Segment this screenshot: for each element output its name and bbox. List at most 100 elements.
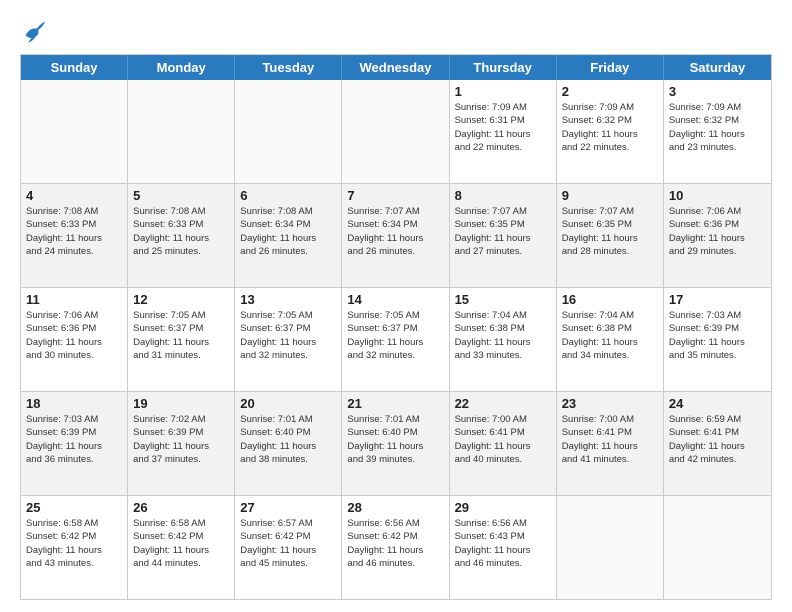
cell-sun-info: Sunrise: 7:00 AM Sunset: 6:41 PM Dayligh… [562,413,658,466]
calendar-cell [342,80,449,183]
cell-sun-info: Sunrise: 7:04 AM Sunset: 6:38 PM Dayligh… [562,309,658,362]
cell-sun-info: Sunrise: 7:00 AM Sunset: 6:41 PM Dayligh… [455,413,551,466]
header [20,16,772,44]
calendar-cell: 18 Sunrise: 7:03 AM Sunset: 6:39 PM Dayli… [21,392,128,495]
day-number: 5 [133,188,229,203]
cell-sun-info: Sunrise: 6:57 AM Sunset: 6:42 PM Dayligh… [240,517,336,570]
calendar-cell: 12 Sunrise: 7:05 AM Sunset: 6:37 PM Dayli… [128,288,235,391]
calendar-cell [21,80,128,183]
cell-sun-info: Sunrise: 7:06 AM Sunset: 6:36 PM Dayligh… [669,205,766,258]
day-number: 21 [347,396,443,411]
day-number: 7 [347,188,443,203]
cell-sun-info: Sunrise: 7:07 AM Sunset: 6:35 PM Dayligh… [562,205,658,258]
cell-sun-info: Sunrise: 7:05 AM Sunset: 6:37 PM Dayligh… [347,309,443,362]
calendar-cell: 25 Sunrise: 6:58 AM Sunset: 6:42 PM Dayli… [21,496,128,599]
calendar-cell: 21 Sunrise: 7:01 AM Sunset: 6:40 PM Dayli… [342,392,449,495]
calendar-cell: 11 Sunrise: 7:06 AM Sunset: 6:36 PM Dayli… [21,288,128,391]
calendar-cell: 13Sunrise: 7:05 AM Sunset: 6:37 PM Dayli… [235,288,342,391]
calendar-page: SundayMondayTuesdayWednesdayThursdayFrid… [0,0,792,612]
calendar-cell: 14Sunrise: 7:05 AM Sunset: 6:37 PM Dayli… [342,288,449,391]
calendar-cell: 28 Sunrise: 6:56 AM Sunset: 6:42 PM Dayli… [342,496,449,599]
day-header-sunday: Sunday [21,55,128,80]
cell-sun-info: Sunrise: 7:09 AM Sunset: 6:31 PM Dayligh… [455,101,551,154]
calendar-cell: 3 Sunrise: 7:09 AM Sunset: 6:32 PM Daylig… [664,80,771,183]
calendar-cell: 29 Sunrise: 6:56 AM Sunset: 6:43 PM Dayli… [450,496,557,599]
cell-sun-info: Sunrise: 7:07 AM Sunset: 6:34 PM Dayligh… [347,205,443,258]
cell-sun-info: Sunrise: 7:03 AM Sunset: 6:39 PM Dayligh… [669,309,766,362]
calendar: SundayMondayTuesdayWednesdayThursdayFrid… [20,54,772,600]
day-number: 22 [455,396,551,411]
calendar-cell: 7 Sunrise: 7:07 AM Sunset: 6:34 PM Daylig… [342,184,449,287]
calendar-cell [235,80,342,183]
day-header-friday: Friday [557,55,664,80]
calendar-cell: 17 Sunrise: 7:03 AM Sunset: 6:39 PM Dayli… [664,288,771,391]
day-number: 10 [669,188,766,203]
cell-sun-info: Sunrise: 6:56 AM Sunset: 6:43 PM Dayligh… [455,517,551,570]
cell-sun-info: Sunrise: 7:05 AM Sunset: 6:37 PM Dayligh… [133,309,229,362]
cell-sun-info: Sunrise: 7:07 AM Sunset: 6:35 PM Dayligh… [455,205,551,258]
day-header-wednesday: Wednesday [342,55,449,80]
calendar-cell: 4Sunrise: 7:08 AM Sunset: 6:33 PM Daylig… [21,184,128,287]
calendar-header-row: SundayMondayTuesdayWednesdayThursdayFrid… [21,55,771,80]
day-number: 17 [669,292,766,307]
day-number: 28 [347,500,443,515]
day-number: 4 [26,188,122,203]
calendar-cell: 10 Sunrise: 7:06 AM Sunset: 6:36 PM Dayli… [664,184,771,287]
calendar-cell: 15 Sunrise: 7:04 AM Sunset: 6:38 PM Dayli… [450,288,557,391]
cell-sun-info: Sunrise: 7:06 AM Sunset: 6:36 PM Dayligh… [26,309,122,362]
cell-sun-info: Sunrise: 7:03 AM Sunset: 6:39 PM Dayligh… [26,413,122,466]
cell-sun-info: Sunrise: 7:01 AM Sunset: 6:40 PM Dayligh… [240,413,336,466]
day-number: 29 [455,500,551,515]
logo [20,16,54,44]
calendar-cell [557,496,664,599]
calendar-cell: 24Sunrise: 6:59 AM Sunset: 6:41 PM Dayli… [664,392,771,495]
cell-sun-info: Sunrise: 6:58 AM Sunset: 6:42 PM Dayligh… [133,517,229,570]
cell-sun-info: Sunrise: 6:56 AM Sunset: 6:42 PM Dayligh… [347,517,443,570]
calendar-cell: 5 Sunrise: 7:08 AM Sunset: 6:33 PM Daylig… [128,184,235,287]
calendar-cell [664,496,771,599]
calendar-row: 25 Sunrise: 6:58 AM Sunset: 6:42 PM Dayli… [21,496,771,599]
day-number: 25 [26,500,122,515]
day-number: 3 [669,84,766,99]
calendar-body: 1 Sunrise: 7:09 AM Sunset: 6:31 PM Daylig… [21,80,771,599]
day-header-thursday: Thursday [450,55,557,80]
day-number: 6 [240,188,336,203]
calendar-cell: 19Sunrise: 7:02 AM Sunset: 6:39 PM Dayli… [128,392,235,495]
day-number: 9 [562,188,658,203]
cell-sun-info: Sunrise: 7:08 AM Sunset: 6:34 PM Dayligh… [240,205,336,258]
calendar-row: 4 Sunrise: 7:08 AM Sunset: 6:33 PM Daylig… [21,184,771,288]
calendar-cell: 9 Sunrise: 7:07 AM Sunset: 6:35 PM Daylig… [557,184,664,287]
calendar-cell: 26 Sunrise: 6:58 AM Sunset: 6:42 PM Dayli… [128,496,235,599]
calendar-cell [128,80,235,183]
day-number: 20 [240,396,336,411]
cell-sun-info: Sunrise: 7:01 AM Sunset: 6:40 PM Dayligh… [347,413,443,466]
calendar-cell: 8 Sunrise: 7:07 AM Sunset: 6:35 PM Daylig… [450,184,557,287]
cell-sun-info: Sunrise: 7:05 AM Sunset: 6:37 PM Dayligh… [240,309,336,362]
day-number: 11 [26,292,122,307]
calendar-row: 1 Sunrise: 7:09 AM Sunset: 6:31 PM Daylig… [21,80,771,184]
cell-sun-info: Sunrise: 6:59 AM Sunset: 6:41 PM Dayligh… [669,413,766,466]
calendar-cell: 23 Sunrise: 7:00 AM Sunset: 6:41 PM Dayli… [557,392,664,495]
day-number: 16 [562,292,658,307]
day-number: 18 [26,396,122,411]
day-number: 27 [240,500,336,515]
day-number: 26 [133,500,229,515]
day-number: 23 [562,396,658,411]
cell-sun-info: Sunrise: 7:04 AM Sunset: 6:38 PM Dayligh… [455,309,551,362]
day-header-saturday: Saturday [664,55,771,80]
calendar-cell: 16 Sunrise: 7:04 AM Sunset: 6:38 PM Dayli… [557,288,664,391]
calendar-cell: 22 Sunrise: 7:00 AM Sunset: 6:41 PM Dayli… [450,392,557,495]
cell-sun-info: Sunrise: 6:58 AM Sunset: 6:42 PM Dayligh… [26,517,122,570]
day-number: 12 [133,292,229,307]
calendar-cell: 27 Sunrise: 6:57 AM Sunset: 6:42 PM Dayli… [235,496,342,599]
cell-sun-info: Sunrise: 7:02 AM Sunset: 6:39 PM Dayligh… [133,413,229,466]
calendar-row: 18 Sunrise: 7:03 AM Sunset: 6:39 PM Dayli… [21,392,771,496]
day-number: 1 [455,84,551,99]
day-number: 8 [455,188,551,203]
calendar-cell: 6 Sunrise: 7:08 AM Sunset: 6:34 PM Daylig… [235,184,342,287]
day-header-tuesday: Tuesday [235,55,342,80]
calendar-row: 11 Sunrise: 7:06 AM Sunset: 6:36 PM Dayli… [21,288,771,392]
cell-sun-info: Sunrise: 7:09 AM Sunset: 6:32 PM Dayligh… [669,101,766,154]
day-number: 15 [455,292,551,307]
cell-sun-info: Sunrise: 7:08 AM Sunset: 6:33 PM Dayligh… [133,205,229,258]
